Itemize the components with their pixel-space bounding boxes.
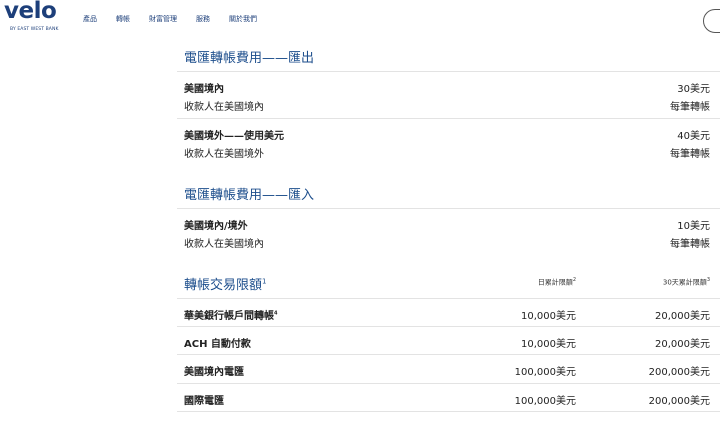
divider [177, 298, 720, 299]
column-header-daily-text: 日累計限額 [537, 278, 573, 287]
divider [177, 383, 720, 384]
nav-item-wealth[interactable]: 財富管理 [149, 14, 177, 24]
fee-row-sub: 收款人在美國境外 [184, 149, 264, 160]
limits-title-text: 轉帳交易限額 [184, 278, 263, 293]
footnote-ref[interactable]: 4 [274, 311, 277, 317]
logo-wordmark: velo [4, 0, 57, 24]
nav-item-products[interactable]: 產品 [83, 14, 97, 24]
fee-row-sub: 收款人在美國境內 [184, 239, 264, 250]
fee-amount: 30美元 [677, 84, 710, 95]
column-header-30day: 30天累計限額3 [663, 277, 710, 287]
divider [177, 326, 720, 327]
footnote-ref[interactable]: 3 [707, 277, 710, 283]
footnote-ref[interactable]: 2 [573, 277, 576, 283]
column-header-30day-text: 30天累計限額 [662, 278, 707, 287]
limit-daily: 10,000美元 [521, 311, 576, 322]
divider [177, 118, 720, 119]
fee-row-name: 美國境外——使用美元 [184, 131, 284, 142]
limit-30day: 200,000美元 [648, 396, 710, 407]
limit-row-label: 華美銀行帳戶間轉帳 [184, 311, 274, 322]
limit-30day: 20,000美元 [655, 311, 710, 322]
column-header-daily: 日累計限額2 [538, 277, 576, 287]
account-button[interactable] [703, 9, 720, 33]
limit-daily: 100,000美元 [514, 396, 576, 407]
limit-daily: 10,000美元 [521, 339, 576, 350]
divider [177, 411, 720, 412]
fee-amount: 10美元 [677, 221, 710, 232]
divider [177, 71, 720, 72]
section-title-outbound: 電匯轉帳費用——匯出 [184, 51, 315, 66]
fee-unit: 每筆轉帳 [670, 239, 710, 250]
divider [177, 208, 720, 209]
nav-item-services[interactable]: 服務 [196, 14, 210, 24]
limit-30day: 200,000美元 [648, 367, 710, 378]
fee-row-name: 美國境內 [184, 84, 224, 95]
limit-daily: 100,000美元 [514, 367, 576, 378]
limit-row-name: ACH 自動付款 [184, 339, 251, 350]
divider [177, 354, 720, 355]
footnote-ref[interactable]: 1 [262, 278, 266, 286]
nav-item-transfers[interactable]: 轉帳 [116, 14, 130, 24]
limit-30day: 20,000美元 [655, 339, 710, 350]
fee-row-name: 美國境內/境外 [184, 221, 248, 232]
velo-logo[interactable]: velo BY EAST WEST BANK [4, 0, 62, 34]
fee-row-sub: 收款人在美國境內 [184, 102, 264, 113]
limit-row-name: 華美銀行帳戶間轉帳4 [184, 307, 277, 322]
section-title-limits: 轉帳交易限額1 [184, 274, 266, 293]
fee-unit: 每筆轉帳 [670, 149, 710, 160]
logo-tagline: BY EAST WEST BANK [10, 27, 59, 32]
nav-item-about[interactable]: 關於我們 [229, 14, 257, 24]
fee-amount: 40美元 [677, 131, 710, 142]
limit-row-name: 美國境內電匯 [184, 367, 244, 378]
top-nav-bar: velo BY EAST WEST BANK 產品 轉帳 財富管理 服務 關於我… [0, 0, 720, 38]
limit-row-name: 國際電匯 [184, 396, 224, 407]
section-title-inbound: 電匯轉帳費用——匯入 [184, 188, 315, 203]
fee-unit: 每筆轉帳 [670, 102, 710, 113]
